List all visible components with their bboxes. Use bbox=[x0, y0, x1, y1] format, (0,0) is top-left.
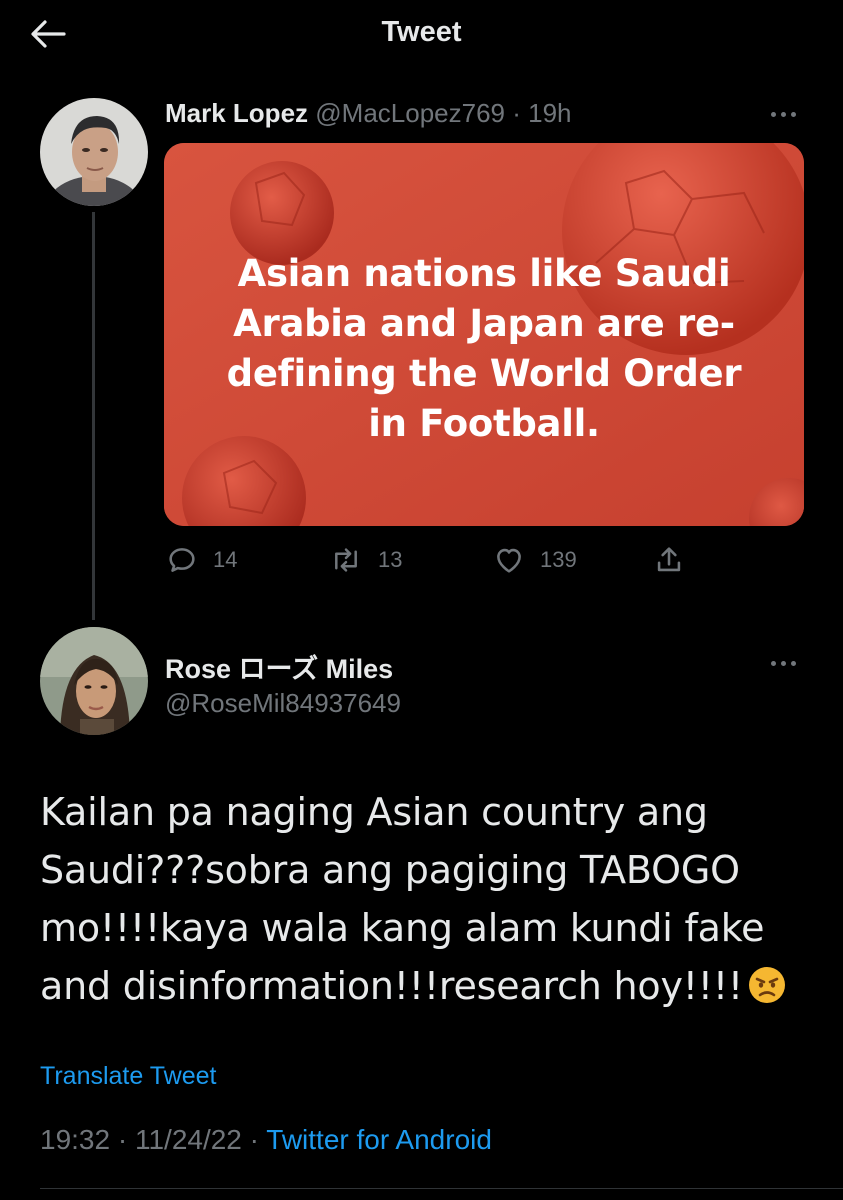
author-display-name[interactable]: Mark Lopez bbox=[165, 98, 308, 128]
top-bar: Tweet bbox=[0, 0, 843, 76]
tweet-media-image[interactable]: Asian nations like Saudi Arabia and Japa… bbox=[164, 143, 804, 526]
reply-tweet-text: Kailan pa naging Asian country ang Saudi… bbox=[40, 783, 820, 1015]
translate-tweet-link[interactable]: Translate Tweet bbox=[40, 1062, 216, 1091]
reply-more-options-button[interactable] bbox=[765, 653, 801, 673]
thread-connector-line bbox=[92, 212, 95, 620]
tweet-timestamp-row: 19:32 · 11/24/22 · Twitter for Android bbox=[40, 1124, 492, 1156]
reply-button[interactable]: 14 bbox=[165, 542, 237, 578]
tweet-date: 11/24/22 bbox=[134, 1124, 242, 1155]
avatar-mark-lopez[interactable] bbox=[40, 98, 148, 206]
avatar-rose-miles[interactable] bbox=[40, 627, 148, 735]
retweet-count: 13 bbox=[378, 547, 403, 572]
meta-separator: · bbox=[505, 98, 529, 128]
reply-count: 14 bbox=[213, 547, 238, 572]
tweet-time[interactable]: 19h bbox=[528, 98, 571, 128]
like-button[interactable]: 139 bbox=[492, 542, 577, 578]
angry-face-icon bbox=[748, 967, 785, 1003]
meta-separator: · bbox=[241, 1124, 267, 1155]
tweet-author-row: Mark Lopez @MacLopez769 · 19h bbox=[165, 98, 572, 129]
tweet-source-link[interactable]: Twitter for Android bbox=[266, 1124, 492, 1155]
more-icon bbox=[770, 111, 776, 117]
share-button[interactable] bbox=[652, 542, 686, 578]
author-handle[interactable]: @MacLopez769 bbox=[315, 98, 505, 128]
reply-text-body: Kailan pa naging Asian country ang Saudi… bbox=[40, 790, 765, 1008]
media-caption: Asian nations like Saudi Arabia and Japa… bbox=[164, 249, 804, 449]
reply-icon bbox=[169, 548, 195, 572]
page-title: Tweet bbox=[381, 16, 462, 48]
meta-separator: · bbox=[110, 1124, 135, 1155]
tweet-time: 19:32 bbox=[40, 1124, 111, 1155]
more-options-button[interactable] bbox=[765, 104, 801, 124]
retweet-button[interactable]: 13 bbox=[328, 542, 402, 578]
more-icon bbox=[770, 660, 776, 666]
media-caption-line: Asian nations like Saudi bbox=[237, 252, 731, 295]
like-count: 139 bbox=[540, 547, 577, 572]
retweet-icon bbox=[335, 548, 357, 572]
media-caption-line: in Football. bbox=[368, 402, 600, 445]
media-caption-line: defining the World Order bbox=[226, 352, 742, 395]
reply-author-handle[interactable]: @RoseMil84937649 bbox=[165, 688, 401, 719]
divider bbox=[40, 1188, 843, 1189]
share-icon bbox=[657, 547, 681, 572]
like-icon bbox=[497, 548, 521, 573]
reply-author-display-name[interactable]: Rose ローズ Miles bbox=[165, 647, 393, 686]
media-caption-line: Arabia and Japan are re- bbox=[233, 302, 735, 345]
